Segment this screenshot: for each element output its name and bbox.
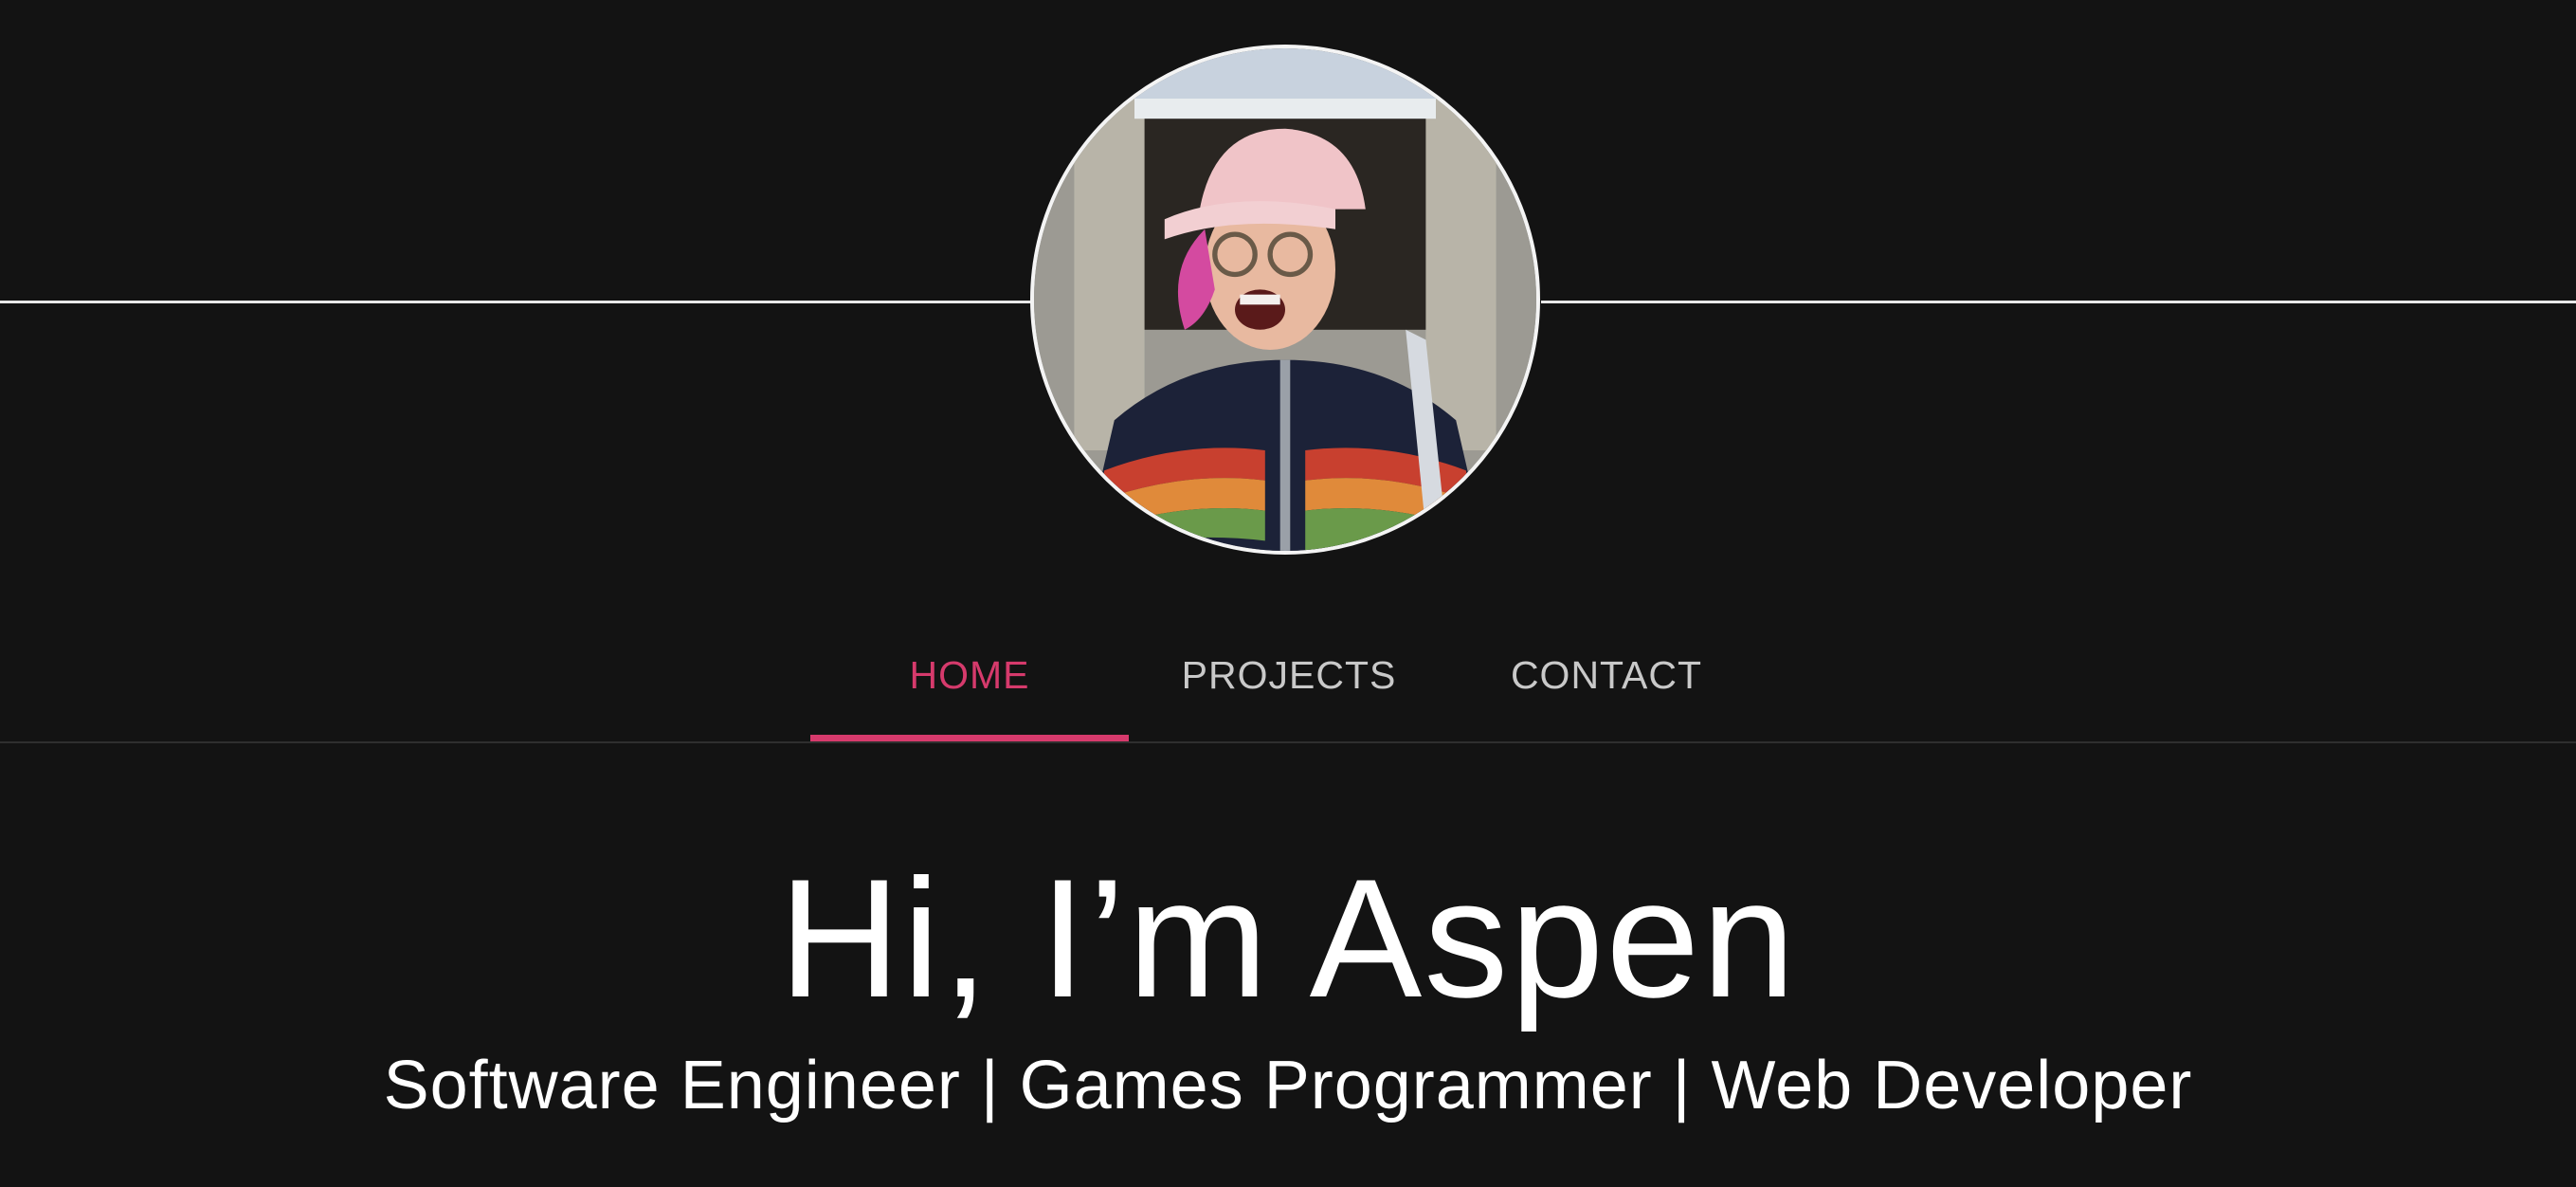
hero-title: Hi, I’m Aspen bbox=[778, 844, 1798, 1032]
avatar bbox=[1030, 45, 1540, 555]
nav-active-indicator bbox=[810, 735, 1129, 741]
header-rule-right bbox=[1541, 301, 2576, 303]
nav-home[interactable]: HOME bbox=[810, 647, 1129, 703]
page: HOME PROJECTS CONTACT Hi, I’m Aspen Soft… bbox=[0, 0, 2576, 1187]
hero-subtitle: Software Engineer | Games Programmer | W… bbox=[383, 1048, 2193, 1123]
nav-projects[interactable]: PROJECTS bbox=[1175, 647, 1403, 703]
main-nav: HOME PROJECTS CONTACT bbox=[0, 607, 2576, 743]
nav-contact[interactable]: CONTACT bbox=[1502, 647, 1711, 703]
nav-divider bbox=[0, 741, 2576, 743]
avatar-photo bbox=[1034, 48, 1536, 551]
header-rule-left bbox=[0, 301, 1033, 303]
